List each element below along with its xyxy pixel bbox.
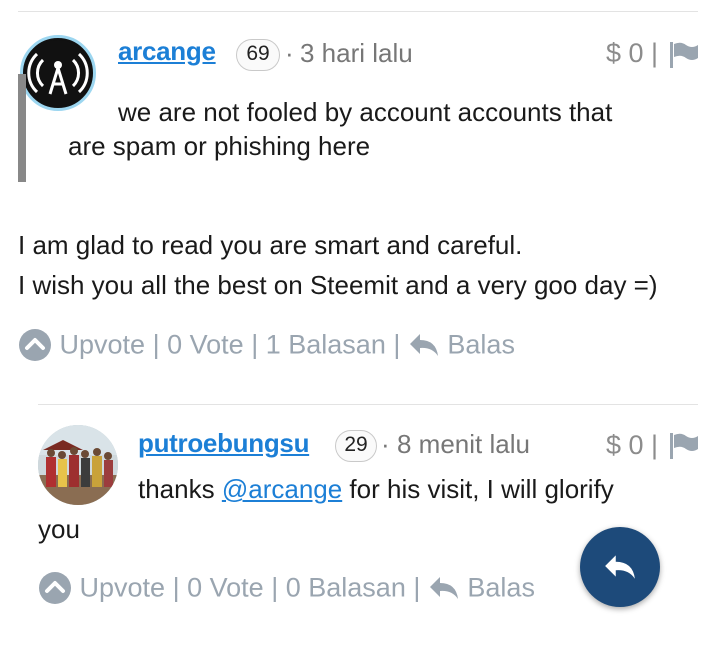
meta-separator: · bbox=[381, 429, 390, 459]
group-photo-avatar bbox=[38, 425, 118, 505]
reply-divider bbox=[38, 404, 698, 405]
action-separator: | bbox=[152, 329, 160, 360]
reputation-badge: 29 bbox=[335, 430, 377, 462]
upvote-button[interactable]: Upvote bbox=[60, 330, 146, 360]
reply-arrow-icon[interactable] bbox=[428, 575, 460, 601]
comment-body-line-2: you bbox=[38, 514, 80, 544]
reply-arrow-icon[interactable] bbox=[408, 332, 440, 358]
chevron-up-circle-icon[interactable] bbox=[38, 571, 72, 605]
comment-actions: Upvote | 0 Vote | 1 Balasan | Balas bbox=[18, 328, 515, 362]
vote-count[interactable]: 0 Vote bbox=[167, 330, 244, 360]
flag-icon[interactable] bbox=[669, 433, 699, 459]
action-separator: | bbox=[251, 329, 259, 360]
action-separator: | bbox=[172, 572, 180, 603]
meta-separator: · bbox=[285, 38, 294, 68]
replies-count[interactable]: 0 Balasan bbox=[286, 573, 406, 603]
action-separator: | bbox=[413, 572, 421, 603]
comment-body-line-2: I wish you all the best on Steemit and a… bbox=[18, 270, 658, 300]
body-text-end: for his visit, I will glorify bbox=[342, 474, 614, 504]
chevron-up-circle-icon[interactable] bbox=[18, 328, 52, 362]
quote-line-2: are spam or phishing here bbox=[68, 131, 371, 161]
upvote-button[interactable]: Upvote bbox=[80, 573, 166, 603]
replies-count[interactable]: 1 Balasan bbox=[266, 330, 386, 360]
timestamp[interactable]: 3 hari lalu bbox=[300, 38, 413, 69]
top-divider bbox=[18, 11, 698, 12]
radio-tower-icon bbox=[25, 40, 91, 106]
timestamp[interactable]: 8 menit lalu bbox=[397, 429, 530, 460]
avatar-putroebungsu[interactable] bbox=[38, 425, 118, 505]
username-link[interactable]: putroebungsu bbox=[138, 428, 309, 459]
action-separator: | bbox=[271, 572, 279, 603]
reply-fab-icon bbox=[605, 555, 635, 579]
comment-body-line-1: I am glad to read you are smart and care… bbox=[18, 230, 523, 260]
payout-value[interactable]: $ 0 | bbox=[606, 430, 658, 461]
quote-bar bbox=[18, 74, 26, 182]
payout-value[interactable]: $ 0 | bbox=[606, 38, 658, 69]
flag-icon[interactable] bbox=[669, 42, 699, 68]
mention-link[interactable]: @arcange bbox=[222, 474, 342, 504]
body-text-start: thanks bbox=[138, 474, 215, 504]
reply-button[interactable]: Balas bbox=[447, 330, 515, 360]
comment-body-line-1: thanks @arcange for his visit, I will gl… bbox=[138, 472, 614, 506]
username-link[interactable]: arcange bbox=[118, 36, 216, 67]
reputation-badge: 69 bbox=[236, 39, 280, 71]
reply-button[interactable]: Balas bbox=[467, 573, 535, 603]
comment-actions: Upvote | 0 Vote | 0 Balasan | Balas bbox=[38, 571, 535, 605]
reply-fab-button[interactable] bbox=[580, 527, 660, 607]
avatar-arcange[interactable] bbox=[20, 35, 96, 111]
quote-line-1: we are not fooled by account accounts th… bbox=[118, 97, 613, 127]
vote-count[interactable]: 0 Vote bbox=[187, 573, 264, 603]
action-separator: | bbox=[393, 329, 401, 360]
